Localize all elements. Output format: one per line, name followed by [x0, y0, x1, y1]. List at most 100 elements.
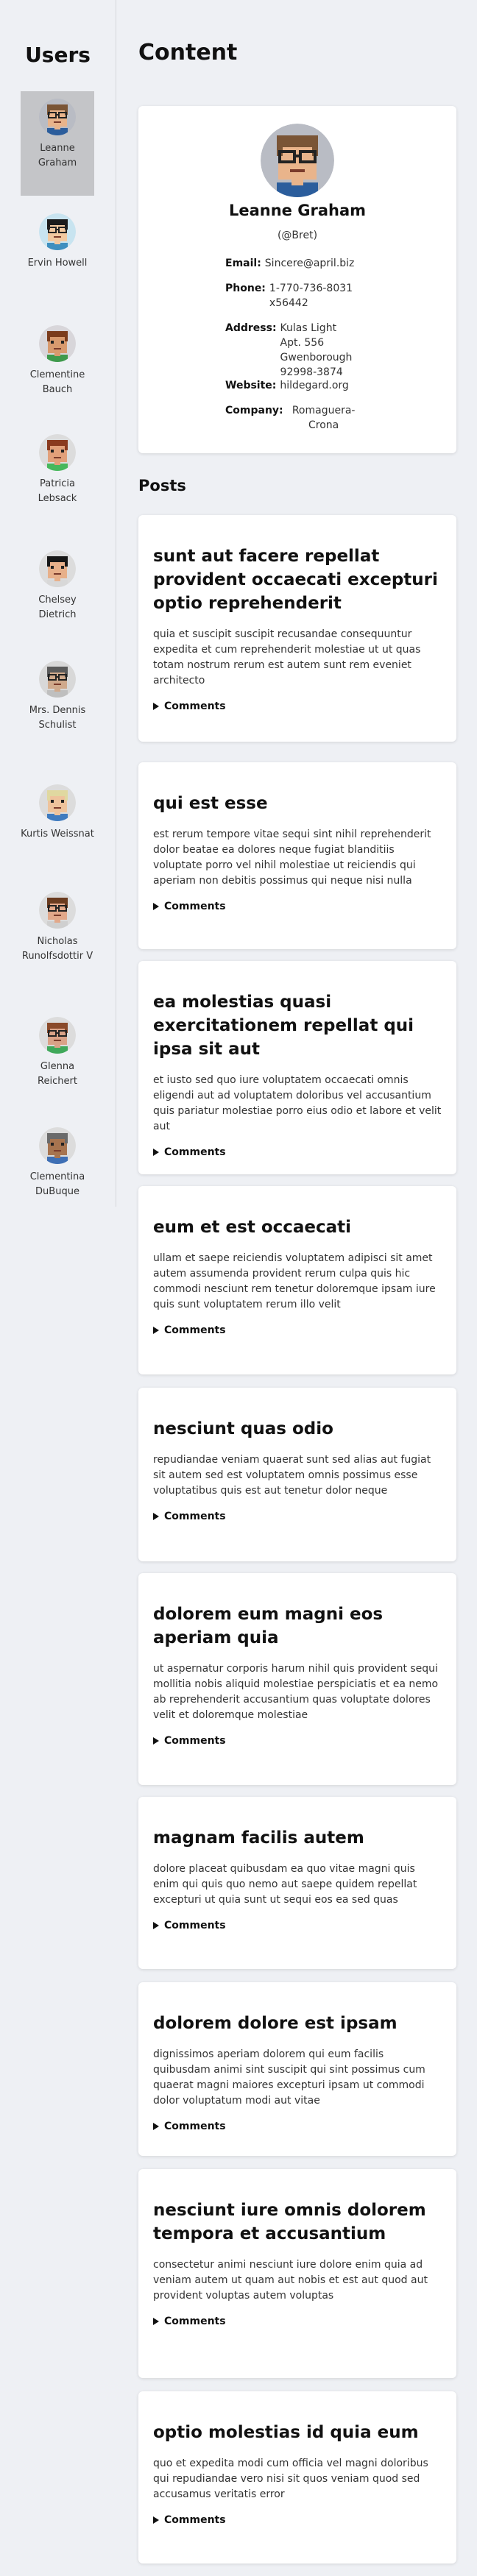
user-item[interactable]: Clementine Bauch	[21, 318, 94, 399]
phone-label: Phone:	[225, 283, 266, 294]
post-card: nesciunt iure omnis dolorem tempora et a…	[138, 2169, 456, 2378]
post-body: ullam et saepe reiciendis voluptatem adi…	[153, 1252, 436, 1310]
post-body: consectetur animi nesciunt iure dolore e…	[153, 2259, 428, 2302]
disclosure-triangle-icon	[153, 1922, 159, 1929]
user-name: Nicholas Runolfsdottir V	[21, 936, 93, 962]
user-item[interactable]: Leanne Graham	[21, 91, 94, 196]
post-title: dolorem eum magni eos aperiam quia	[153, 1605, 384, 1647]
address-value: Kulas Light Apt. 556 Gwenborough 92998-3…	[280, 322, 353, 378]
company-value: Romaguera-Crona	[292, 405, 356, 431]
user-name: Clementina DuBuque	[29, 1171, 85, 1197]
post-title: optio molestias id quia eum	[153, 2423, 419, 2442]
post-title: dolorem dolore est ipsam	[153, 2014, 398, 2033]
sidebar-title: Users	[25, 43, 91, 67]
post-title: nesciunt quas odio	[153, 1419, 333, 1438]
post-title: qui est esse	[153, 794, 268, 813]
comments-label: Comments	[164, 700, 226, 712]
comments-toggle[interactable]: Comments	[153, 1324, 442, 1336]
profile-website-row: Website: hildegard.org	[225, 378, 380, 393]
post-card: optio molestias id quia eum quo et exped…	[138, 2391, 456, 2563]
user-name: Mrs. Dennis Schulist	[29, 705, 86, 731]
comments-label: Comments	[164, 1920, 226, 1931]
post-body: quia et suscipit suscipit recusandae con…	[153, 628, 421, 686]
post-card: eum et est occaecati ullam et saepe reic…	[138, 1186, 456, 1374]
comments-toggle[interactable]: Comments	[153, 2514, 442, 2526]
user-name: Ervin Howell	[27, 258, 88, 269]
post-body: dolore placeat quibusdam ea quo vitae ma…	[153, 1863, 417, 1906]
user-avatar	[39, 99, 76, 135]
posts-title: Posts	[138, 477, 186, 494]
user-avatar	[39, 1017, 76, 1054]
disclosure-triangle-icon	[153, 2516, 159, 2524]
email-label: Email:	[225, 258, 261, 269]
comments-toggle[interactable]: Comments	[153, 901, 442, 912]
profile-company-row: Company: Romaguera-Crona	[225, 403, 380, 433]
profile-email-row: Email: Sincere@april.biz	[225, 256, 380, 271]
users-sidebar: Users Leanne Graham Ervin Howell Clement…	[0, 0, 116, 1207]
post-title: nesciunt iure omnis dolorem tempora et a…	[153, 2201, 426, 2243]
user-avatar	[39, 434, 76, 471]
user-avatar	[39, 661, 76, 698]
user-item[interactable]: Chelsey Dietrich	[21, 543, 94, 624]
disclosure-triangle-icon	[153, 1737, 159, 1745]
user-item[interactable]: Glenna Reichert	[21, 1010, 94, 1090]
profile-username: (@Bret)	[277, 230, 318, 241]
post-card: qui est esse est rerum tempore vitae seq…	[138, 762, 456, 949]
comments-label: Comments	[164, 2121, 226, 2132]
disclosure-triangle-icon	[153, 903, 159, 910]
user-name: Kurtis Weissnat	[21, 828, 94, 840]
user-avatar	[39, 784, 76, 821]
user-item[interactable]: Patricia Lebsack	[21, 427, 94, 508]
content-area: Content Leanne Graham (@Bret) Email: Sin…	[138, 0, 456, 2563]
post-body: ut aspernatur corporis harum nihil quis …	[153, 1663, 439, 1721]
email-value: Sincere@april.biz	[264, 258, 355, 269]
disclosure-triangle-icon	[153, 1513, 159, 1520]
profile-card: Leanne Graham (@Bret) Email: Sincere@apr…	[138, 106, 456, 453]
user-item[interactable]: Nicholas Runolfsdottir V	[21, 884, 94, 980]
comments-toggle[interactable]: Comments	[153, 700, 442, 712]
disclosure-triangle-icon	[153, 1149, 159, 1156]
user-name: Clementine Bauch	[29, 369, 85, 395]
user-item[interactable]: Clementina DuBuque	[21, 1120, 94, 1201]
website-label: Website:	[225, 380, 277, 391]
post-body: est rerum tempore vitae sequi sint nihil…	[153, 828, 431, 887]
comments-toggle[interactable]: Comments	[153, 2121, 442, 2132]
comments-toggle[interactable]: Comments	[153, 1511, 442, 1522]
post-card: nesciunt quas odio repudiandae veniam qu…	[138, 1388, 456, 1561]
user-name: Chelsey Dietrich	[38, 595, 77, 620]
user-avatar	[39, 892, 76, 929]
content-title: Content	[138, 40, 238, 65]
user-item[interactable]: Mrs. Dennis Schulist	[21, 653, 94, 749]
company-label: Company:	[225, 405, 283, 416]
post-card: magnam facilis autem dolore placeat quib…	[138, 1797, 456, 1969]
user-avatar	[39, 550, 76, 587]
post-card: dolorem eum magni eos aperiam quia ut as…	[138, 1573, 456, 1785]
user-name: Leanne Graham	[38, 143, 77, 168]
website-value: hildegard.org	[280, 380, 349, 391]
profile-address-row: Address: Kulas Light Apt. 556 Gwenboroug…	[225, 321, 380, 380]
comments-toggle[interactable]: Comments	[153, 1146, 442, 1158]
profile-avatar	[261, 124, 334, 197]
comments-toggle[interactable]: Comments	[153, 1735, 442, 1747]
comments-label: Comments	[164, 1146, 226, 1158]
post-body: quo et expedita modi cum officia vel mag…	[153, 2458, 428, 2500]
user-item[interactable]: Ervin Howell	[21, 206, 94, 287]
post-card: sunt aut facere repellat provident occae…	[138, 515, 456, 742]
comments-toggle[interactable]: Comments	[153, 1920, 442, 1931]
disclosure-triangle-icon	[153, 703, 159, 710]
address-label: Address:	[225, 322, 277, 334]
user-item[interactable]: Kurtis Weissnat	[21, 777, 94, 858]
post-body: repudiandae veniam quaerat sunt sed alia…	[153, 1454, 431, 1497]
user-avatar	[39, 1127, 76, 1164]
comments-label: Comments	[164, 1735, 226, 1747]
post-body: et iusto sed quo iure voluptatem occaeca…	[153, 1074, 442, 1132]
comments-toggle[interactable]: Comments	[153, 2316, 442, 2327]
disclosure-triangle-icon	[153, 1327, 159, 1334]
post-title: sunt aut facere repellat provident occae…	[153, 547, 438, 613]
disclosure-triangle-icon	[153, 2318, 159, 2325]
comments-label: Comments	[164, 2316, 226, 2327]
comments-label: Comments	[164, 2514, 226, 2526]
comments-label: Comments	[164, 901, 226, 912]
post-title: magnam facilis autem	[153, 1828, 364, 1848]
user-name: Patricia Lebsack	[38, 478, 77, 504]
